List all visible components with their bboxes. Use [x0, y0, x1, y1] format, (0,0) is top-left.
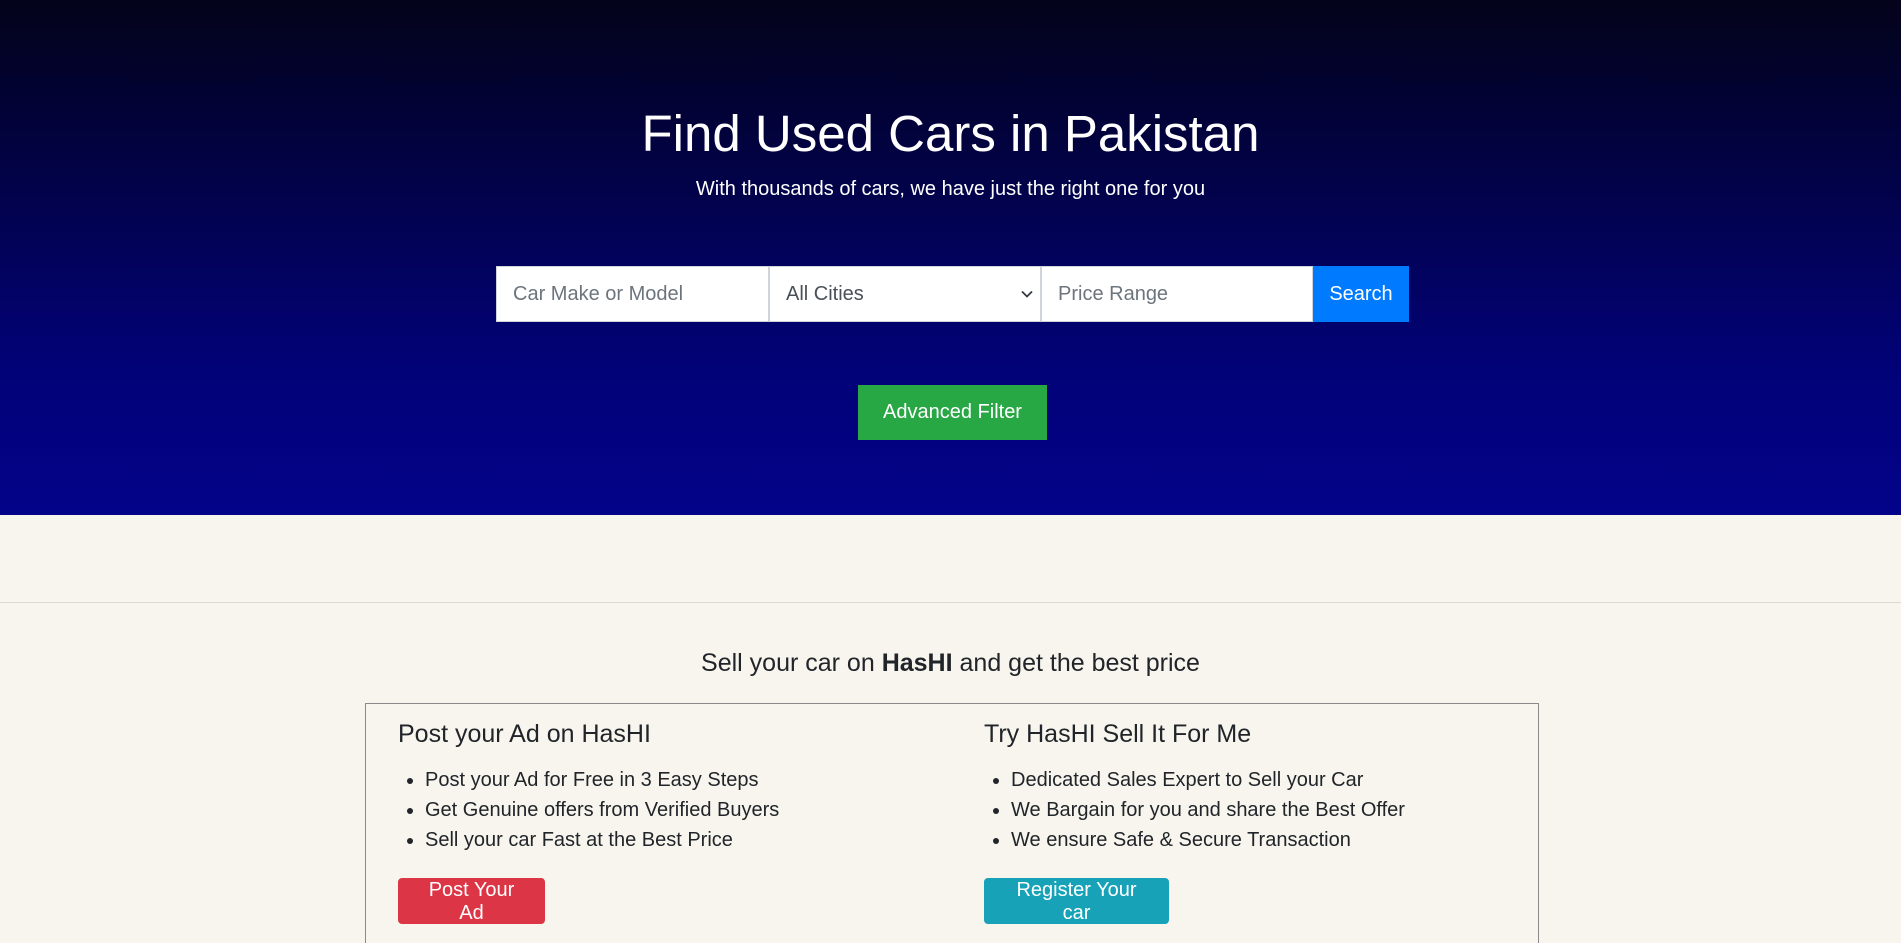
- price-range-input[interactable]: [1041, 266, 1313, 322]
- list-item: Dedicated Sales Expert to Sell your Car: [1011, 765, 1405, 795]
- sell-for-me-title: Try HasHI Sell It For Me: [984, 720, 1252, 748]
- hero-subtitle: With thousands of cars, we have just the…: [695, 178, 1206, 200]
- sell-for-me-column: Try HasHI Sell It For Me Dedicated Sales…: [984, 704, 1405, 924]
- advanced-filter-button[interactable]: Advanced Filter: [858, 385, 1047, 440]
- search-bar: All Cities Search: [496, 266, 1409, 322]
- post-ad-list: Post your Ad for Free in 3 Easy Steps Ge…: [398, 765, 779, 855]
- post-ad-title: Post your Ad on HasHI: [398, 720, 651, 748]
- sell-heading-prefix: Sell your car on: [701, 649, 875, 677]
- list-item: We Bargain for you and share the Best Of…: [1011, 795, 1405, 825]
- post-ad-column: Post your Ad on HasHI Post your Ad for F…: [398, 704, 779, 924]
- register-your-car-button[interactable]: Register Your car: [984, 878, 1169, 924]
- hero-section: Find Used Cars in Pakistan With thousand…: [0, 0, 1901, 515]
- search-button[interactable]: Search: [1313, 266, 1409, 322]
- sell-options-box: Post your Ad on HasHI Post your Ad for F…: [365, 703, 1539, 943]
- sell-heading-suffix: and get the best price: [959, 649, 1200, 677]
- city-select-value: All Cities: [786, 282, 864, 305]
- list-item: Get Genuine offers from Verified Buyers: [425, 795, 779, 825]
- sell-for-me-list: Dedicated Sales Expert to Sell your Car …: [984, 765, 1405, 855]
- list-item: Post your Ad for Free in 3 Easy Steps: [425, 765, 779, 795]
- list-item: We ensure Safe & Secure Transaction: [1011, 825, 1405, 855]
- list-item: Sell your car Fast at the Best Price: [425, 825, 779, 855]
- section-divider: [0, 602, 1901, 603]
- city-select[interactable]: All Cities: [769, 266, 1041, 322]
- hero-title: Find Used Cars in Pakistan: [641, 105, 1260, 162]
- car-make-model-input[interactable]: [496, 266, 769, 322]
- chevron-down-icon: [1020, 287, 1034, 301]
- post-your-ad-button[interactable]: Post Your Ad: [398, 878, 545, 924]
- brand-name: HasHI: [881, 649, 953, 677]
- sell-heading: Sell your car on HasHI and get the best …: [0, 648, 1901, 678]
